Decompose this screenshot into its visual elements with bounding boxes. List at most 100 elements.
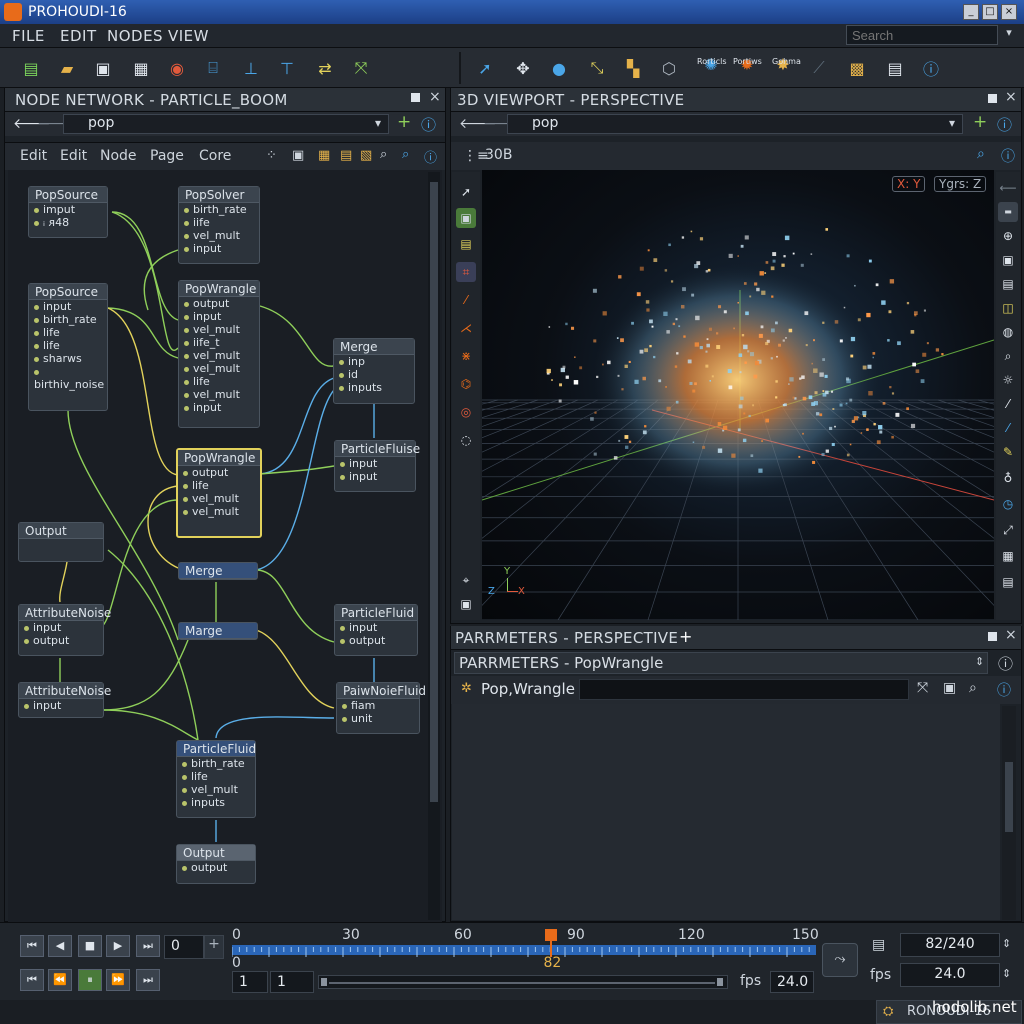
light-tool-icon[interactable]: ☼ [998,370,1018,390]
node-marge[interactable]: Marge [178,622,258,640]
history-icon[interactable]: ◷ [998,494,1018,514]
port-connector-icon[interactable] [339,359,344,365]
port-connector-icon[interactable] [342,703,347,709]
node-attributenoise[interactable]: AttributeNoise input [18,682,111,718]
select-arrow-icon[interactable]: ➚ [472,55,498,81]
range-slider-right-handle[interactable] [717,978,723,986]
node-parameter[interactable]: output [335,634,417,647]
graph-icon[interactable]: ⟋ [806,55,832,81]
realtime-toggle-icon[interactable]: ⤳ [822,943,858,977]
print-tool-icon[interactable]: ▣ [998,250,1018,270]
frame-count-field[interactable]: 82/240 [900,933,1000,957]
node-parameter[interactable]: input [29,300,107,313]
port-connector-icon[interactable] [184,340,189,346]
node-parameter[interactable]: ᵢ ᴙ48 [29,216,107,229]
bucket-icon[interactable]: ♁ [998,468,1018,488]
wire-icon[interactable]: ⤧ [348,55,374,81]
port-connector-icon[interactable] [184,405,189,411]
node-parameter[interactable]: iife [179,216,259,229]
info-icon[interactable]: ⓘ [424,147,437,166]
viewport-add-icon[interactable]: + [973,112,987,132]
port-connector-icon[interactable] [34,220,39,226]
node-parameter[interactable]: vel_mult [179,362,259,375]
network-scrollbar[interactable] [428,172,440,920]
current-frame-input[interactable]: 0 [164,935,204,959]
path-dropdown-icon[interactable]: ▾ [375,116,381,130]
params-scrollbar[interactable] [1002,706,1016,920]
step-back-button[interactable]: ◀ [48,935,72,957]
port-connector-icon[interactable] [184,233,189,239]
node-parameter[interactable]: input [335,470,415,483]
scale-icon[interactable]: ⤡ [584,55,610,81]
magnify-icon[interactable]: ⌕ [998,346,1018,366]
node-parameter[interactable]: output [179,297,259,310]
add-icon[interactable]: + [397,112,411,132]
pen-icon[interactable]: ⁄ [998,394,1018,414]
port-connector-icon[interactable] [184,207,189,213]
maximize-button[interactable]: □ [982,4,998,20]
params-search-icon[interactable]: ⌕ [969,680,977,696]
range-slider-left-handle[interactable] [321,978,327,986]
node-particlefluise[interactable]: ParticleFluise input input [334,440,420,492]
port-connector-icon[interactable] [340,474,345,480]
params-header-dropdown-icon[interactable]: ⇕ [975,655,984,668]
port-connector-icon[interactable] [339,385,344,391]
params-tab-title[interactable]: PARRMETERS - PERSPECTIVE [455,629,678,647]
rotate-tool-icon[interactable]: ◌ [456,430,476,450]
magnet-tool-icon[interactable]: ◎ [456,402,476,422]
port-connector-icon[interactable] [34,356,39,362]
net-menu-core[interactable]: Core [199,148,231,164]
params-help-icon[interactable]: ⓘ [998,653,1013,674]
frame-stepper-button[interactable]: + [204,935,224,959]
port-connector-icon[interactable] [183,483,188,489]
fps-stepper-icon[interactable]: ⇕ [1002,967,1011,980]
page-tool-icon[interactable]: ▤ [456,234,476,254]
node-parameter[interactable]: vel_mult [179,323,259,336]
layers-icon[interactable]: ▤ [998,572,1018,592]
viewport-zoom-icon[interactable]: ⌕ [977,146,985,162]
node-parameter[interactable]: input [179,310,259,323]
snapshot-tool-icon[interactable]: ▣ [456,594,476,614]
menu-nodes[interactable]: NODES [107,27,163,45]
net-menu-edit[interactable]: Edit [20,148,47,164]
viewport-close-icon[interactable]: × [1005,89,1017,105]
port-connector-icon[interactable] [182,787,187,793]
node-output[interactable]: Output [18,522,104,562]
node-parameter[interactable]: inputs [177,796,255,809]
port-connector-icon[interactable] [24,625,29,631]
net-menu-node[interactable]: Node [100,148,137,164]
node-parameter[interactable]: output [178,466,260,479]
search-input[interactable] [846,25,998,45]
node-tool-icon[interactable]: ⋇ [456,346,476,366]
pause-button[interactable]: ⏸ [78,969,102,991]
new-file-icon[interactable]: ▤ [18,55,44,81]
node-parameter[interactable]: birth_rate [29,313,107,326]
node-output[interactable]: Output output [176,844,256,884]
frames-icon[interactable]: ▤ [872,937,885,953]
fast-rewind-button[interactable]: ⏪ [48,969,72,991]
camera-icon[interactable]: ⊤ [274,55,300,81]
port-connector-icon[interactable] [184,379,189,385]
fps-input[interactable]: 24.0 [770,971,814,993]
node-paiwnoiefluid[interactable]: PaiwNoieFluid fiam unit [336,682,426,734]
camera-tool-icon[interactable]: ⌖ [456,570,476,590]
port-connector-icon[interactable] [182,865,187,871]
trash-icon[interactable]: ⌸ [200,55,226,81]
node-parameter[interactable]: input [179,242,259,255]
frame-icon[interactable]: ▣ [292,148,304,163]
port-connector-icon[interactable] [183,496,188,502]
port-connector-icon[interactable] [184,327,189,333]
menu-view[interactable]: VIEW [168,27,209,45]
orbit-tool-icon[interactable]: ⌬ [456,374,476,394]
arrow-tool-icon[interactable]: ⟵ [998,178,1018,198]
node-parameter[interactable]: fiam [337,699,419,712]
pose-tool-icon[interactable]: ⋌ [456,318,476,338]
list-icon[interactable]: ▤ [882,55,908,81]
frame-ruler[interactable]: 0 30 60 90 120 150 [232,927,819,967]
viewport-path-dropdown-icon[interactable]: ▾ [949,116,955,130]
node-parameter[interactable]: sharws [29,352,107,365]
node-parameter[interactable]: vel_mult [178,505,260,518]
node-parameter[interactable]: vel_mult [179,388,259,401]
play-button[interactable]: ▶ [106,935,130,957]
close-button[interactable]: × [1001,4,1017,20]
